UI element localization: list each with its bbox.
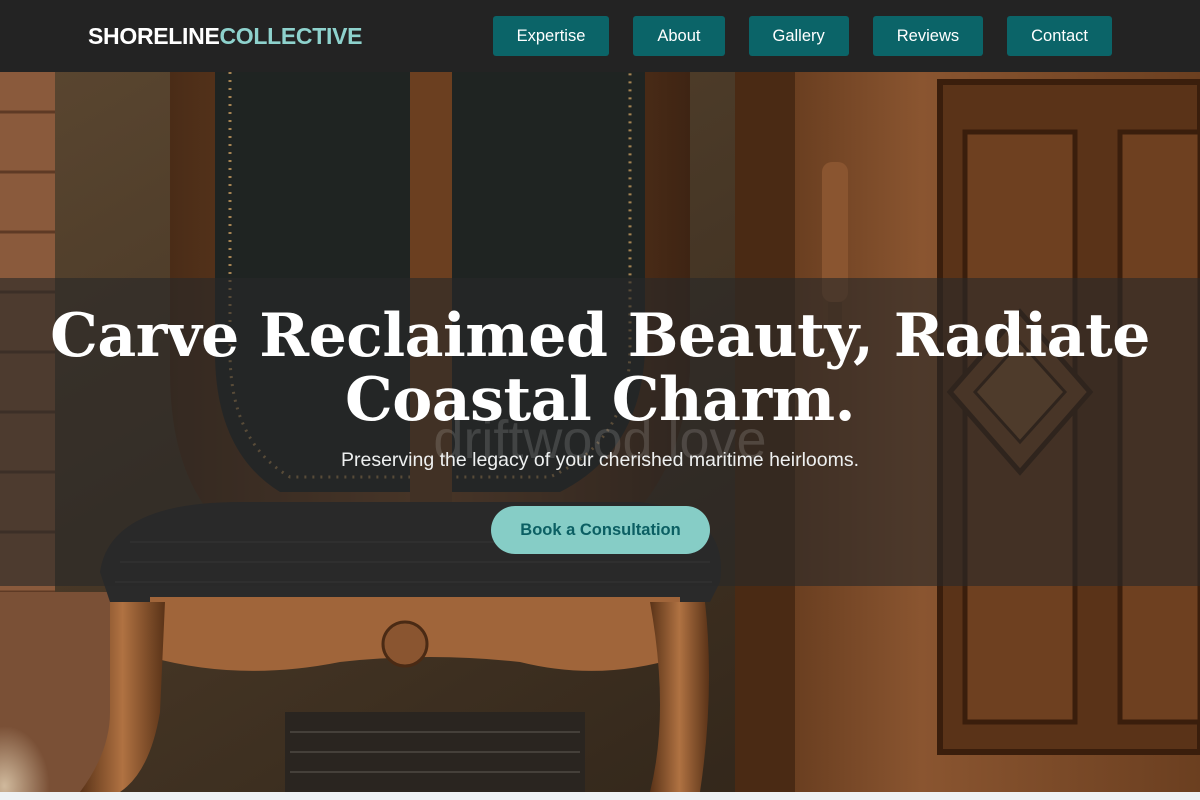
nav-contact-button[interactable]: Contact: [1007, 16, 1112, 56]
book-consultation-button[interactable]: Book a Consultation: [491, 506, 710, 554]
brand-logo[interactable]: SHORELINECOLLECTIVE: [88, 22, 362, 50]
hero-title: Carve Reclaimed Beauty, Radiate Coastal …: [50, 301, 1150, 435]
nav-gallery-button[interactable]: Gallery: [748, 16, 849, 56]
brand-name-part1: SHORELINE: [88, 23, 220, 49]
hero-subtitle: Preserving the legacy of your cherished …: [340, 449, 860, 471]
site-header: SHORELINECOLLECTIVE Expertise About Gall…: [0, 0, 1200, 72]
page-bottom-strip: [0, 792, 1200, 800]
hero-section: driftwood love Carve Reclaimed Beauty, R…: [0, 72, 1200, 792]
nav-expertise-button[interactable]: Expertise: [492, 16, 610, 56]
main-nav: Expertise About Gallery Reviews Contact: [492, 16, 1112, 56]
brand-name-part2: COLLECTIVE: [219, 23, 363, 49]
nav-about-button[interactable]: About: [633, 16, 725, 56]
nav-reviews-button[interactable]: Reviews: [872, 16, 984, 56]
